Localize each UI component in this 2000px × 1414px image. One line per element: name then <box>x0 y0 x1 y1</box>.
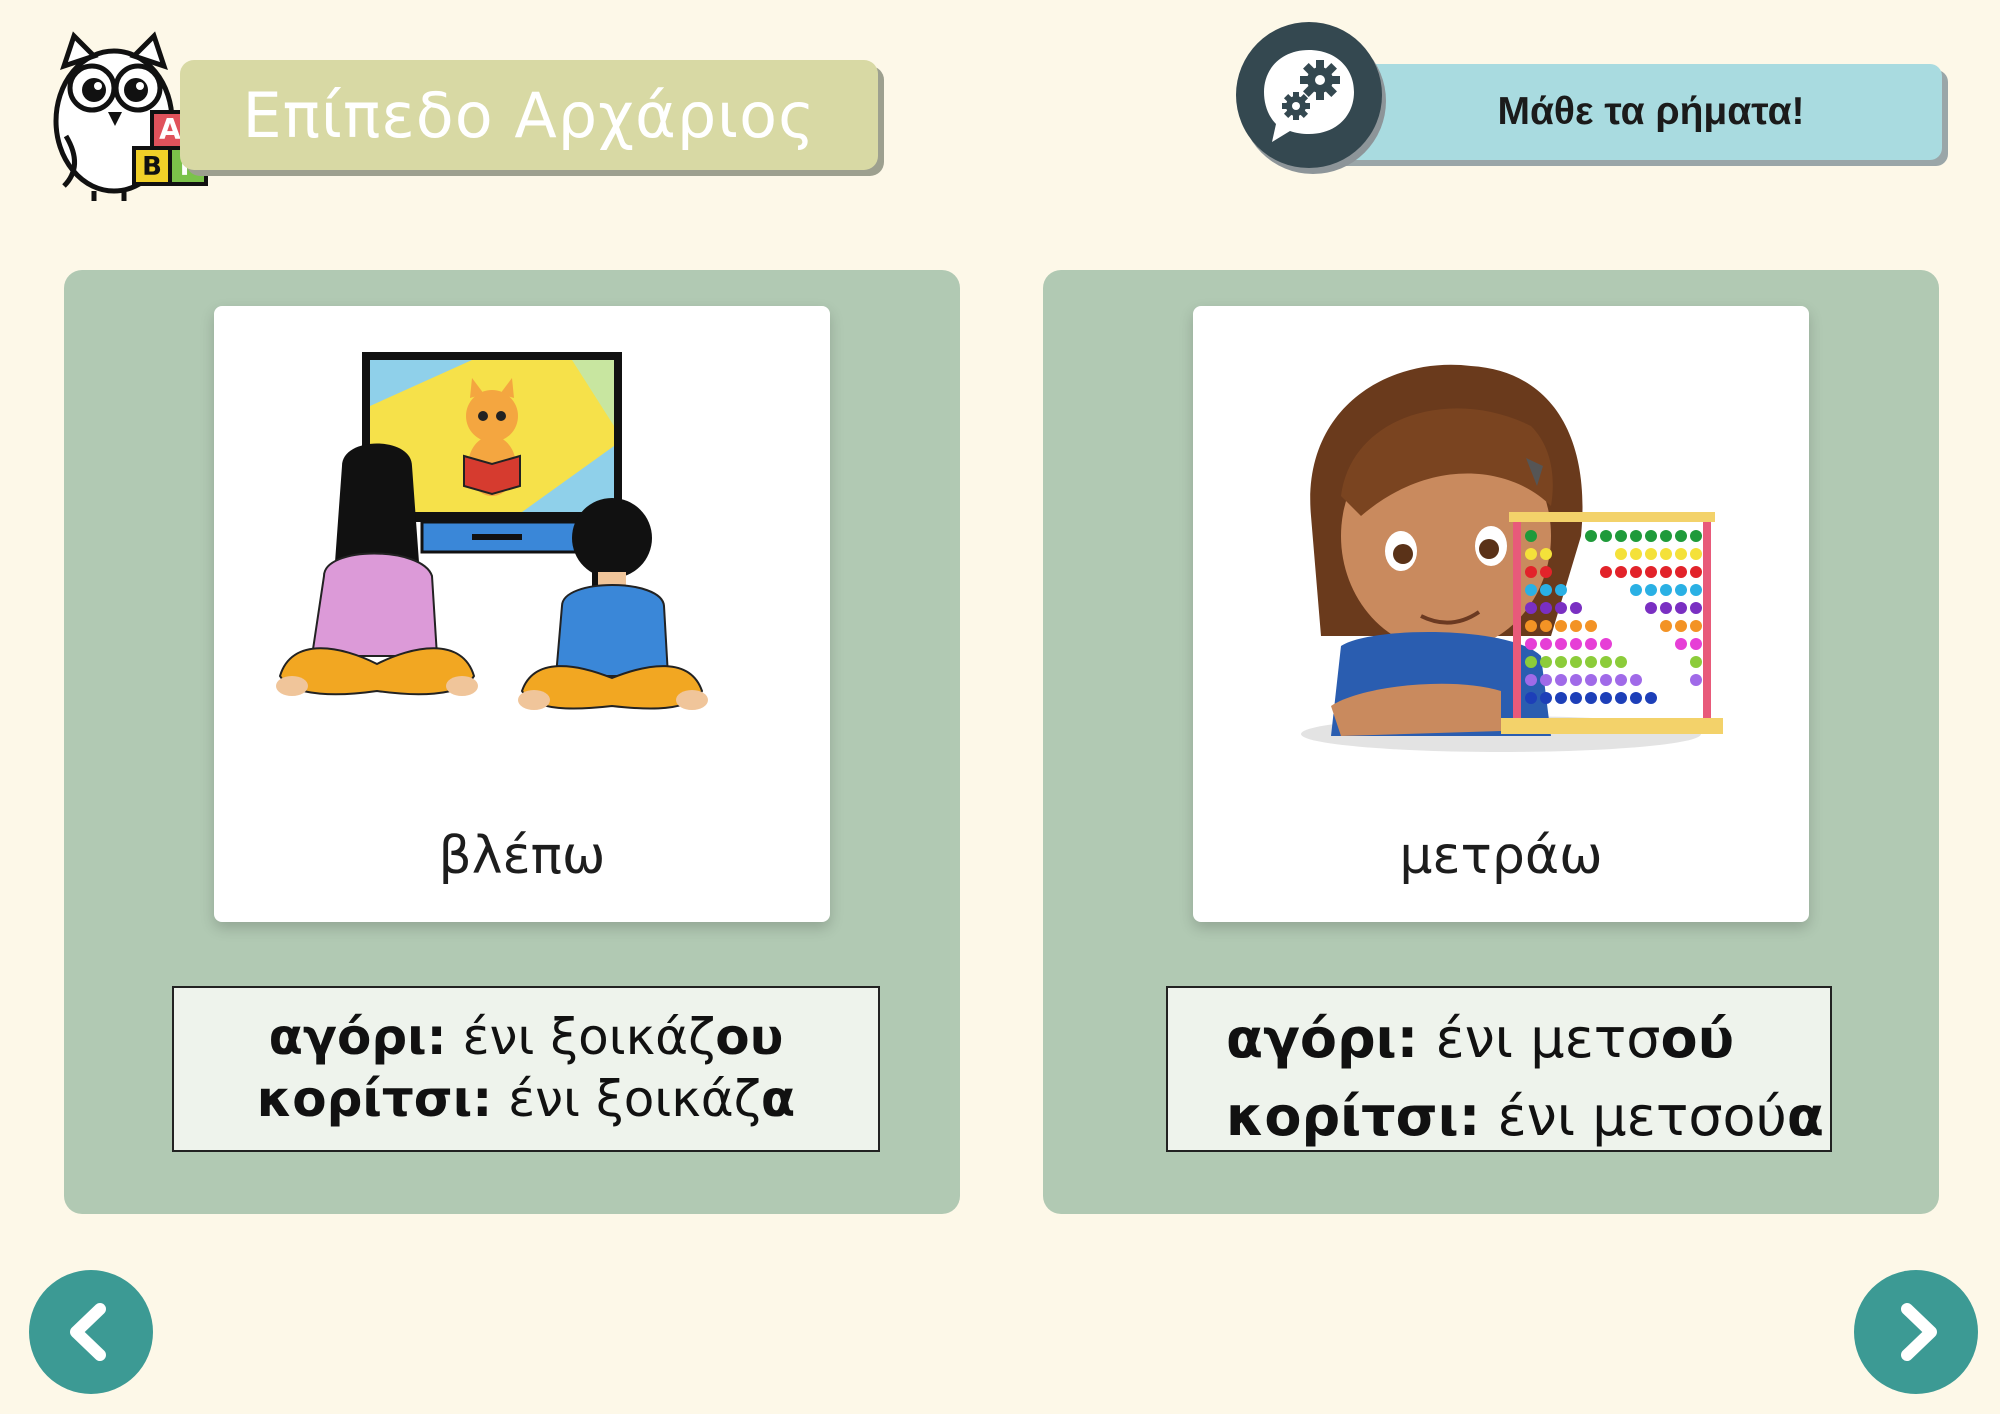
chevron-left-icon <box>70 1303 106 1361</box>
verb-word: βλέπω <box>438 826 606 886</box>
girl-form: κορίτσι: ένι μετσούα <box>1226 1078 1830 1156</box>
activity-title: Μάθε τα ρήματα! <box>1320 64 1942 160</box>
girl-ending: α <box>1786 1085 1824 1148</box>
girl-label: κορίτσι: <box>256 1070 493 1128</box>
boy-stem: ένι μετσ <box>1418 1007 1661 1070</box>
boy-ending: ού <box>1660 1007 1735 1070</box>
gear-speech-icon <box>1236 22 1382 168</box>
verb-panel-1: βλέπω αγόρι: ένι ξοικάζου κορίτσι: ένι ξ… <box>64 270 960 1214</box>
verb-card-2[interactable]: μετράω <box>1193 306 1809 922</box>
chevron-right-icon <box>1901 1303 1937 1361</box>
level-title: Επίπεδο Αρχάριος <box>180 60 878 170</box>
svg-text:Α: Α <box>159 113 181 146</box>
boy-form: αγόρι: ένι μετσού <box>1226 1000 1830 1078</box>
svg-text:Β: Β <box>142 152 162 182</box>
previous-button[interactable] <box>29 1270 153 1394</box>
boy-stem: ένι ξοικάζ <box>446 1008 716 1066</box>
children-watching-tv-illustration <box>276 352 708 710</box>
girl-stem: ένι μετσού <box>1480 1085 1787 1148</box>
girl-stem: ένι ξοικάζ <box>492 1070 761 1128</box>
girl-label: κορίτσι: <box>1226 1085 1481 1148</box>
boy-ending: ου <box>715 1008 784 1066</box>
conjugation-box: αγόρι: ένι ξοικάζου κορίτσι: ένι ξοικάζα <box>172 986 880 1152</box>
verb-card-1[interactable]: βλέπω <box>214 306 830 922</box>
verb-panel-2: μετράω αγόρι: ένι μετσού κορίτσι: ένι με… <box>1043 270 1939 1214</box>
verb-word: μετράω <box>1399 826 1603 886</box>
boy-form: αγόρι: ένι ξοικάζου <box>174 1006 878 1068</box>
boy-label: αγόρι: <box>268 1008 447 1066</box>
next-button[interactable] <box>1854 1270 1978 1394</box>
girl-with-abacus-illustration <box>1301 364 1723 752</box>
boy-label: αγόρι: <box>1226 1007 1419 1070</box>
girl-ending: α <box>760 1070 796 1128</box>
girl-form: κορίτσι: ένι ξοικάζα <box>174 1068 878 1130</box>
conjugation-box: αγόρι: ένι μετσού κορίτσι: ένι μετσούα <box>1166 986 1832 1152</box>
